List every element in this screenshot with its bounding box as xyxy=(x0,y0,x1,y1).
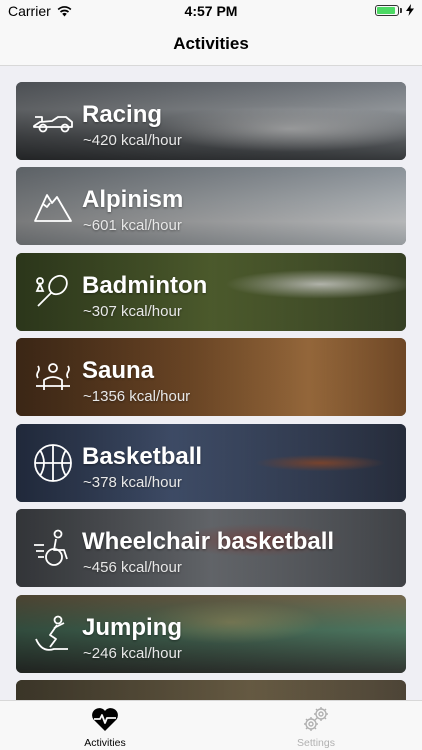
gears-icon xyxy=(256,705,376,733)
activity-kcal: ~307 kcal/hour xyxy=(83,303,182,320)
activity-kcal: ~420 kcal/hour xyxy=(83,132,182,149)
activity-card-sauna[interactable]: Sauna ~1356 kcal/hour xyxy=(16,338,406,416)
activity-card-partial[interactable] xyxy=(16,680,406,700)
badminton-icon xyxy=(32,271,74,313)
activity-name: Jumping xyxy=(82,614,182,641)
tab-bar: Activities Settings xyxy=(0,700,422,750)
tab-activities[interactable]: Activities xyxy=(45,705,165,749)
charging-bolt-icon xyxy=(406,4,414,16)
wheelchair-icon xyxy=(32,527,74,569)
trampoline-icon xyxy=(32,613,74,655)
status-bar: Carrier 4:57 PM xyxy=(0,0,422,22)
activity-name: Wheelchair basketball xyxy=(82,528,335,555)
tab-label: Settings xyxy=(297,737,335,749)
battery-tip xyxy=(400,7,402,13)
activity-list[interactable]: Racing ~420 kcal/hour Alpinism ~601 kcal… xyxy=(0,66,422,700)
activity-kcal: ~456 kcal/hour xyxy=(83,559,182,576)
mountain-icon xyxy=(32,185,74,227)
status-right xyxy=(375,4,414,16)
activity-name: Badminton xyxy=(82,272,208,299)
activity-kcal: ~1356 kcal/hour xyxy=(83,388,191,405)
activity-card-alpinism[interactable]: Alpinism ~601 kcal/hour xyxy=(16,167,406,245)
battery-icon xyxy=(375,4,399,16)
activity-card-badminton[interactable]: Badminton ~307 kcal/hour xyxy=(16,253,406,331)
basketball-icon xyxy=(32,442,74,484)
navigation-bar: Activities xyxy=(0,22,422,66)
sauna-icon xyxy=(32,356,74,398)
activity-name: Sauna xyxy=(82,357,155,384)
page-title: Activities xyxy=(173,34,249,53)
activity-name: Basketball xyxy=(82,443,203,470)
tab-label: Activities xyxy=(84,737,126,749)
tab-settings[interactable]: Settings xyxy=(256,705,376,749)
activity-kcal: ~246 kcal/hour xyxy=(83,645,182,662)
activity-card-jumping[interactable]: Jumping ~246 kcal/hour xyxy=(16,595,406,673)
activity-kcal: ~601 kcal/hour xyxy=(83,217,182,234)
activity-card-wheelchair-basketball[interactable]: Wheelchair basketball ~456 kcal/hour xyxy=(16,509,406,587)
heart-pulse-icon xyxy=(45,705,165,733)
activity-name: Alpinism xyxy=(82,186,184,213)
race-car-icon xyxy=(32,100,74,142)
activity-card-racing[interactable]: Racing ~420 kcal/hour xyxy=(16,82,406,160)
status-time: 4:57 PM xyxy=(184,3,238,19)
activity-kcal: ~378 kcal/hour xyxy=(83,474,182,491)
activity-card-basketball[interactable]: Basketball ~378 kcal/hour xyxy=(16,424,406,502)
activity-name: Racing xyxy=(82,101,163,128)
